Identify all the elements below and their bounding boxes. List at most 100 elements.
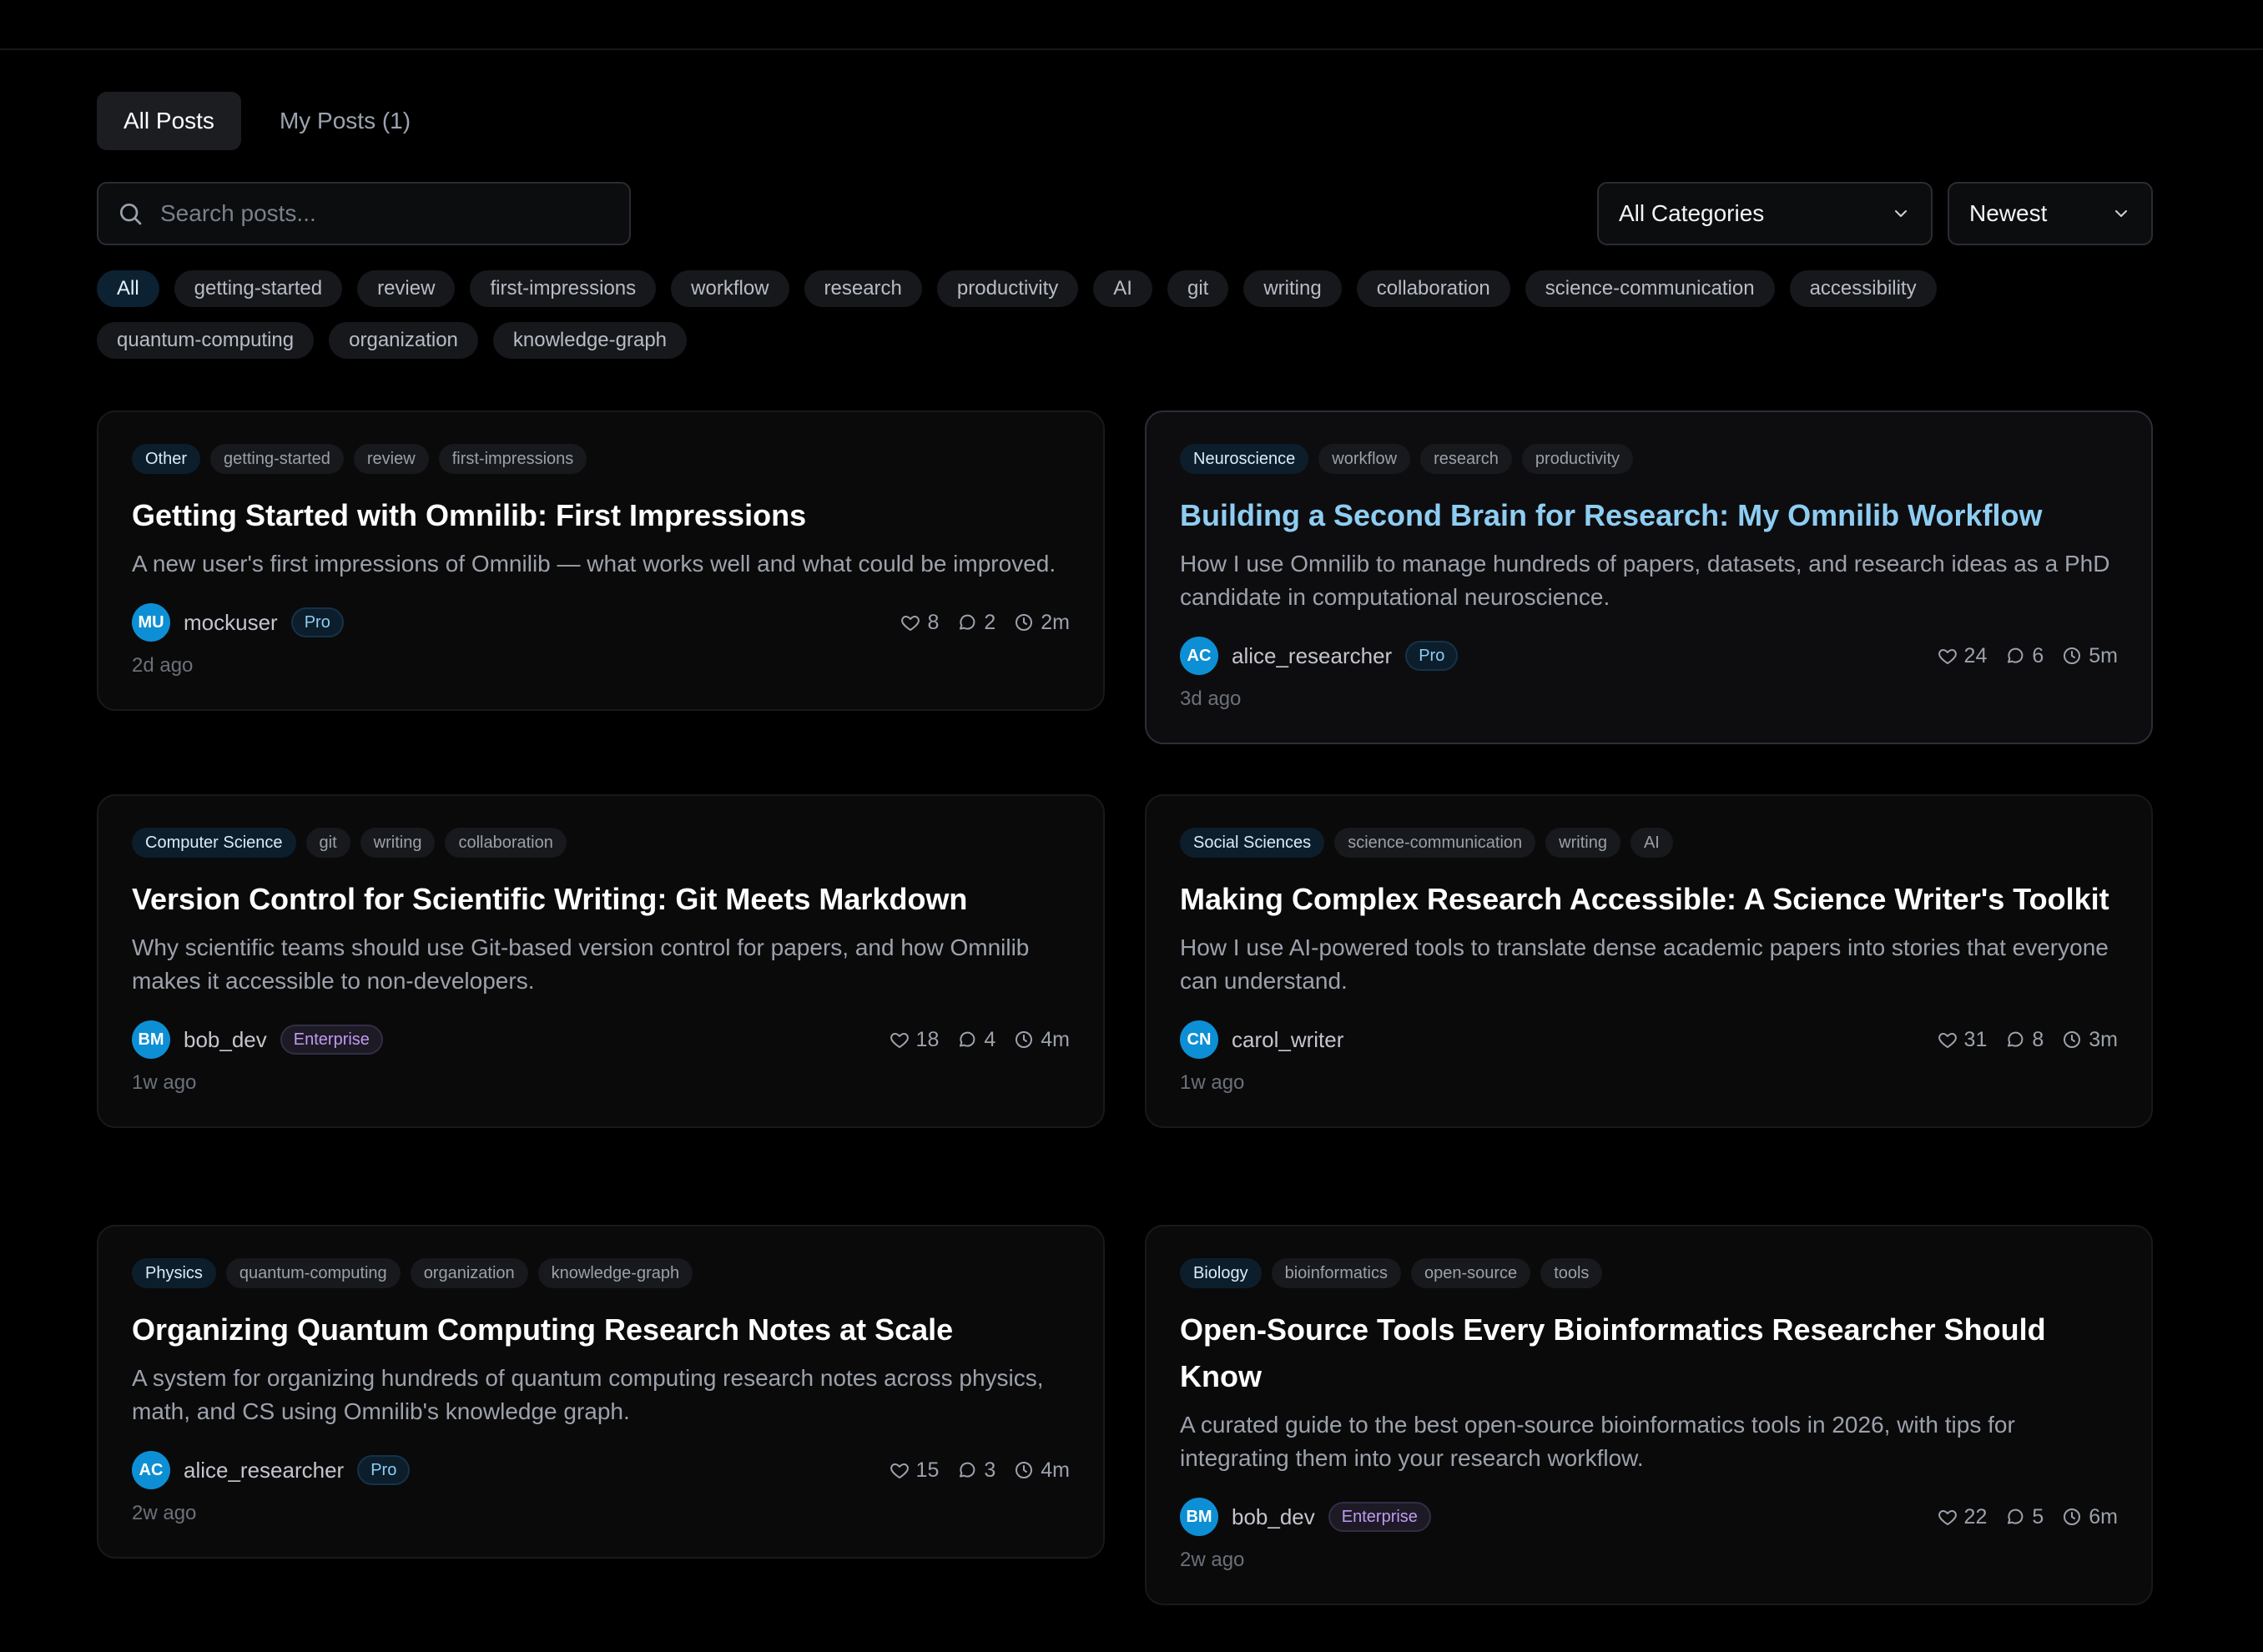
post-tag[interactable]: research (1420, 444, 1512, 474)
avatar[interactable]: AC (1180, 637, 1218, 675)
tag-chip[interactable]: All (97, 270, 159, 307)
post-title[interactable]: Getting Started with Omnilib: First Impr… (132, 492, 1070, 539)
comments-value: 5 (2032, 1504, 2044, 1529)
post-tag[interactable]: science-communication (1334, 828, 1536, 858)
tag-chip[interactable]: accessibility (1789, 270, 1937, 307)
post-card[interactable]: Social Sciences science-communication writ… (1145, 794, 2153, 1128)
post-title[interactable]: Building a Second Brain for Research: My… (1180, 492, 2118, 539)
post-tag[interactable]: collaboration (445, 828, 567, 858)
tag-chip[interactable]: collaboration (1356, 270, 1510, 307)
tag-chip[interactable]: first-impressions (470, 270, 657, 307)
tag-chip[interactable]: organization (329, 322, 478, 359)
tag-chip[interactable]: science-communication (1525, 270, 1775, 307)
post-stats: 8 2 2m (900, 611, 1070, 635)
author-name[interactable]: bob_dev (1232, 1504, 1315, 1530)
avatar[interactable]: BM (132, 1020, 170, 1059)
post-tags: Other getting-started review first-impressi… (132, 444, 1070, 474)
post-tag[interactable]: writing (1545, 828, 1620, 858)
post-title[interactable]: Open-Source Tools Every Bioinformatics R… (1180, 1307, 2118, 1400)
category-tag[interactable]: Biology (1180, 1258, 1262, 1288)
filter-selects: All Categories Newest (1597, 182, 2153, 245)
post-author[interactable]: BM bob_dev Enterprise (1180, 1498, 1431, 1536)
post-description: How I use AI-powered tools to translate … (1180, 934, 2109, 994)
post-card[interactable]: Physics quantum-computing organization know… (97, 1225, 1105, 1559)
plan-badge: Pro (357, 1455, 411, 1485)
tag-chip[interactable]: quantum-computing (97, 322, 315, 359)
tag-chip[interactable]: research (804, 270, 922, 307)
avatar[interactable]: BM (1180, 1498, 1218, 1536)
category-tag[interactable]: Physics (132, 1258, 216, 1288)
author-name[interactable]: bob_dev (184, 1027, 267, 1053)
author-name[interactable]: mockuser (184, 610, 278, 636)
post-timestamp: 1w ago (132, 1071, 197, 1094)
plan-badge: Enterprise (280, 1025, 383, 1055)
tag-chip[interactable]: knowledge-graph (492, 322, 688, 359)
post-author[interactable]: BM bob_dev Enterprise (132, 1020, 383, 1059)
post-tags: Physics quantum-computing organization know… (132, 1258, 1070, 1288)
author-name[interactable]: alice_researcher (1232, 643, 1392, 669)
post-author[interactable]: MU mockuser Pro (132, 603, 344, 642)
post-tag[interactable]: tools (1540, 1258, 1603, 1288)
tag-chip[interactable]: writing (1243, 270, 1342, 307)
tag-chip[interactable]: git (1167, 270, 1229, 307)
post-title[interactable]: Making Complex Research Accessible: A Sc… (1180, 876, 2118, 923)
post-stats: 22 5 6m (1938, 1505, 2118, 1529)
post-card[interactable]: Computer Science git writing collaboration V… (97, 794, 1105, 1128)
tag-chip[interactable]: AI (1093, 270, 1152, 307)
post-title[interactable]: Version Control for Scientific Writing: … (132, 876, 1070, 923)
post-tag[interactable]: AI (1630, 828, 1673, 858)
tag-chip[interactable]: productivity (936, 270, 1079, 307)
search-box[interactable] (97, 182, 631, 245)
tab-my-posts[interactable]: My Posts (1) (253, 92, 437, 150)
avatar[interactable]: AC (132, 1451, 170, 1489)
post-tag[interactable]: getting-started (210, 444, 344, 474)
post-meta: CN carol_writer 31 8 3m (1180, 1020, 2118, 1060)
post-tag[interactable]: first-impressions (438, 444, 587, 474)
post-author[interactable]: CN carol_writer (1180, 1020, 1343, 1059)
filter-bar: All Categories Newest (97, 182, 2153, 245)
tag-chip[interactable]: getting-started (174, 270, 343, 307)
heart-icon (1938, 649, 1957, 664)
post-author[interactable]: AC alice_researcher Pro (132, 1451, 411, 1489)
read-time: 4m (1014, 1028, 1070, 1052)
avatar[interactable]: CN (1180, 1020, 1218, 1059)
post-tag[interactable]: knowledge-graph (537, 1258, 693, 1288)
heart-icon (890, 1033, 909, 1048)
comments-count: 6 (2005, 644, 2044, 668)
post-tag[interactable]: open-source (1411, 1258, 1531, 1288)
post-title[interactable]: Organizing Quantum Computing Research No… (132, 1307, 1070, 1353)
post-card[interactable]: Biology bioinformatics open-source tools Ope… (1145, 1225, 2153, 1605)
post-tag[interactable]: review (353, 444, 429, 474)
post-card[interactable]: Neuroscience workflow research productivity… (1145, 410, 2153, 744)
post-meta: BM bob_dev Enterprise 18 4 4m (132, 1020, 1070, 1060)
post-tag[interactable]: writing (360, 828, 436, 858)
category-tag[interactable]: Computer Science (132, 828, 296, 858)
comments-value: 3 (984, 1458, 996, 1482)
sort-select[interactable]: Newest (1948, 182, 2153, 245)
post-tag[interactable]: quantum-computing (225, 1258, 401, 1288)
category-tag[interactable]: Other (132, 444, 201, 474)
post-grid: Other getting-started review first-impressi… (97, 410, 2153, 1629)
post-tag[interactable]: organization (410, 1258, 528, 1288)
category-select[interactable]: All Categories (1597, 182, 1933, 245)
post-author[interactable]: AC alice_researcher Pro (1180, 637, 1459, 675)
author-name[interactable]: carol_writer (1232, 1027, 1343, 1053)
sort-select-value: Newest (1969, 200, 2048, 226)
post-tag[interactable]: workflow (1318, 444, 1411, 474)
post-tag[interactable]: productivity (1521, 444, 1634, 474)
category-tag[interactable]: Social Sciences (1180, 828, 1325, 858)
avatar[interactable]: MU (132, 603, 170, 642)
clock-icon (2064, 1508, 2081, 1525)
post-card[interactable]: Other getting-started review first-impressi… (97, 410, 1105, 711)
author-name[interactable]: alice_researcher (184, 1458, 344, 1483)
search-input[interactable] (159, 199, 611, 228)
heart-icon (901, 616, 920, 631)
tag-chip[interactable]: review (357, 270, 456, 307)
category-tag[interactable]: Neuroscience (1180, 444, 1309, 474)
read-time-value: 2m (1041, 610, 1070, 634)
post-tag[interactable]: bioinformatics (1271, 1258, 1401, 1288)
post-tag[interactable]: git (305, 828, 350, 858)
likes-value: 31 (1963, 1027, 1988, 1051)
tab-all-posts[interactable]: All Posts (97, 92, 241, 150)
tag-chip[interactable]: workflow (671, 270, 789, 307)
